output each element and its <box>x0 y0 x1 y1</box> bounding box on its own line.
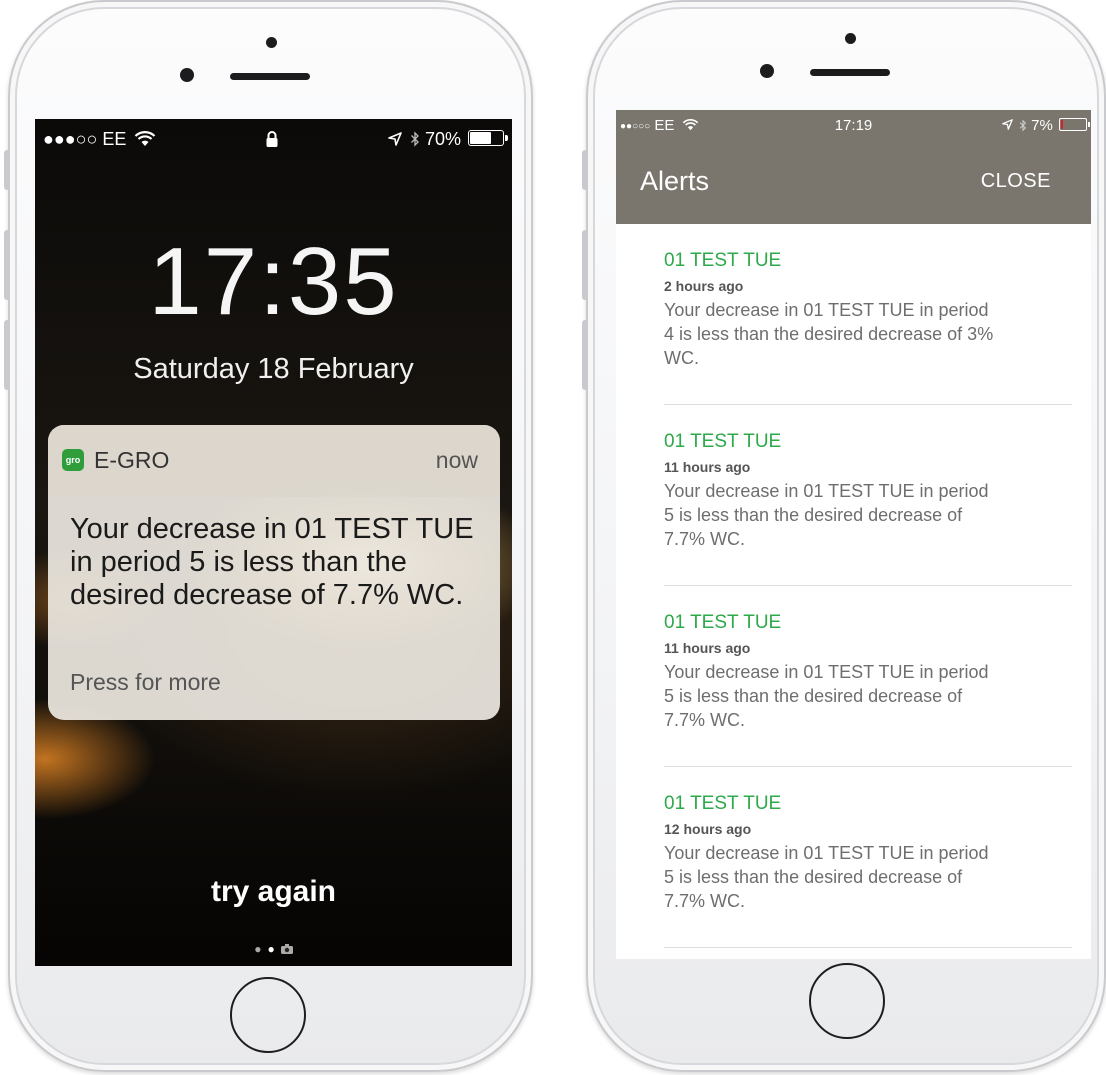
signal-dots: ●●●○○ <box>43 129 98 149</box>
status-bar-right: 70% <box>388 129 508 150</box>
alert-item[interactable]: 01 TEST TUE 12 hours ago Your decrease i… <box>664 767 1072 948</box>
home-button-left[interactable] <box>230 977 306 1053</box>
location-arrow-icon <box>388 132 402 146</box>
camera-icon <box>280 944 293 954</box>
front-camera <box>180 68 194 82</box>
front-sensor <box>845 33 856 44</box>
press-for-more-hint[interactable]: Press for more <box>70 669 221 696</box>
alert-age: 11 hours ago <box>664 459 751 475</box>
mute-switch <box>4 150 10 190</box>
try-again-hint: try again <box>210 875 337 908</box>
close-button[interactable]: CLOSE <box>981 170 1051 193</box>
carrier-label: EE <box>102 129 127 149</box>
volume-down-button <box>582 320 588 390</box>
notification-header: gro E-GRO now <box>48 425 500 497</box>
battery-icon <box>468 130 508 146</box>
lock-screen: ●●●○○ EE 70% 17:35 Saturday 18 February … <box>35 119 512 966</box>
alert-message: Your decrease in 01 TEST TUE in period 4… <box>664 300 994 368</box>
alert-age: 11 hours ago <box>664 640 751 656</box>
alert-message: Your decrease in 01 TEST TUE in period 5… <box>664 662 989 730</box>
alert-item[interactable]: 01 TEST TUE 11 hours ago Your decrease i… <box>664 586 1072 767</box>
status-bar-left: ●●●○○ EE <box>43 129 156 150</box>
page-dot-active: ● <box>267 942 281 956</box>
status-bar-right: 7% <box>1001 117 1090 134</box>
earpiece-speaker <box>810 69 890 76</box>
volume-down-button <box>4 320 10 390</box>
alert-age: 2 hours ago <box>664 278 744 294</box>
mute-switch <box>582 150 588 190</box>
front-sensor <box>266 37 277 48</box>
page-dot: ● <box>254 942 268 956</box>
alert-message: Your decrease in 01 TEST TUE in period 5… <box>664 843 989 911</box>
bluetooth-icon <box>1019 119 1027 132</box>
alert-title: 01 TEST TUE <box>664 793 782 814</box>
bluetooth-icon <box>410 131 419 147</box>
notification-message: Your decrease in 01 TEST TUE in period 5… <box>70 513 474 611</box>
battery-icon <box>1059 118 1090 131</box>
e-gro-app-icon: gro <box>62 449 84 471</box>
battery-percent: 70% <box>424 129 461 149</box>
alert-age: 12 hours ago <box>664 821 752 837</box>
alert-item[interactable]: 01 TEST TUE 2 hours ago Your decrease in… <box>664 224 1072 405</box>
alerts-title: Alerts <box>640 166 710 196</box>
battery-percent: 7% <box>1031 117 1053 134</box>
volume-up-button <box>4 230 10 300</box>
alert-title: 01 TEST TUE <box>664 250 782 271</box>
padlock-icon <box>266 131 278 147</box>
front-camera <box>760 64 774 78</box>
notification-app-name: E-GRO <box>94 447 170 473</box>
lock-screen-time: 17:35 <box>148 228 399 335</box>
earpiece-speaker <box>230 73 310 80</box>
alerts-list: 01 TEST TUE 2 hours ago Your decrease in… <box>664 224 1072 948</box>
volume-up-button <box>582 230 588 300</box>
alert-item[interactable]: 01 TEST TUE 11 hours ago Your decrease i… <box>664 405 1072 586</box>
push-notification[interactable]: gro E-GRO now Your decrease in 01 TEST T… <box>48 425 500 720</box>
alert-title: 01 TEST TUE <box>664 431 782 452</box>
lock-screen-date: Saturday 18 February <box>133 353 414 385</box>
wifi-icon <box>135 131 156 146</box>
page-indicator: ●● <box>35 942 512 956</box>
notification-time: now <box>435 447 478 473</box>
alerts-screen: ●●○○○ EE 17:19 7% Alerts CLOSE 01 TEST T… <box>616 110 1091 959</box>
alert-message: Your decrease in 01 TEST TUE in period 5… <box>664 481 989 549</box>
home-button-right[interactable] <box>809 963 885 1039</box>
location-arrow-icon <box>1001 119 1013 130</box>
alert-title: 01 TEST TUE <box>664 612 782 633</box>
alerts-header: ●●○○○ EE 17:19 7% Alerts CLOSE <box>616 110 1091 224</box>
